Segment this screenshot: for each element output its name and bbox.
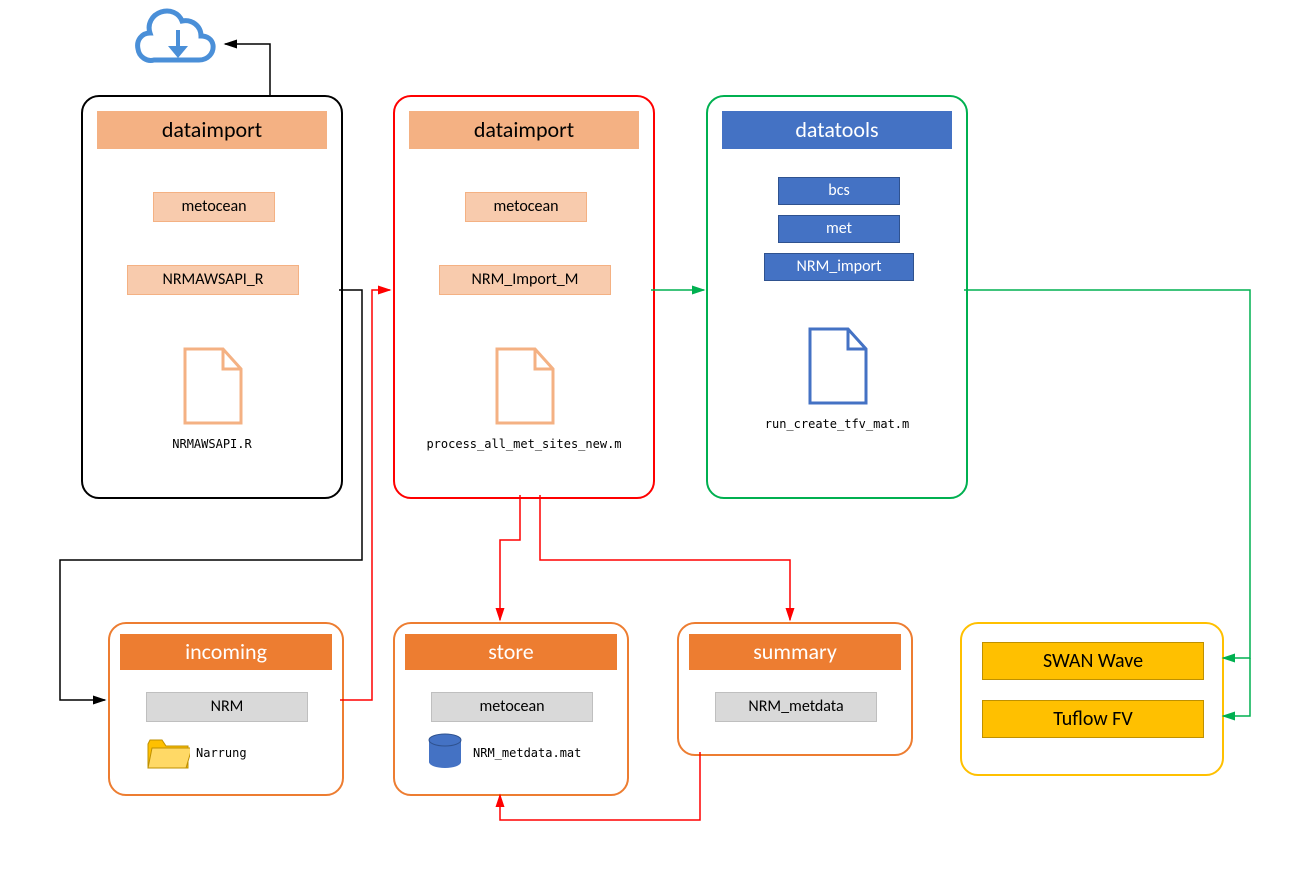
box2-file: process_all_met_sites_new.m <box>395 437 653 451</box>
file-icon <box>183 347 243 430</box>
box1-file: NRMAWSAPI.R <box>83 437 341 451</box>
box-dataimport-1: dataimport metocean NRMAWSAPI_R NRMAWSAP… <box>81 95 343 499</box>
store-item-0: metocean <box>431 692 593 722</box>
box-outputs: SWAN Wave Tuflow FV <box>960 622 1224 776</box>
file-icon <box>808 327 868 410</box>
cloud-download-icon <box>132 8 222 85</box>
diagram-canvas: dataimport metocean NRMAWSAPI_R NRMAWSAP… <box>0 0 1295 882</box>
box1-item-0: metocean <box>153 192 275 222</box>
box3-item-1: met <box>778 215 900 243</box>
box-incoming: incoming NRM Narrung <box>108 622 344 796</box>
incoming-folder: Narrung <box>196 746 316 760</box>
box2-item-0: metocean <box>465 192 587 222</box>
incoming-item-0: NRM <box>146 692 308 722</box>
box-dataimport-2: dataimport metocean NRM_Import_M process… <box>393 95 655 499</box>
box3-title: datatools <box>722 111 952 149</box>
summary-title: summary <box>689 634 901 670</box>
box1-title: dataimport <box>97 111 327 149</box>
output-1: Tuflow FV <box>982 700 1204 738</box>
output-0: SWAN Wave <box>982 642 1204 680</box>
box-store: store metocean NRM_metdata.mat <box>393 622 629 796</box>
folder-icon <box>146 734 190 775</box>
store-title: store <box>405 634 617 670</box>
box3-file: run_create_tfv_mat.m <box>708 417 966 431</box>
summary-item-0: NRM_metdata <box>715 692 877 722</box>
store-db: NRM_metdata.mat <box>473 746 613 760</box>
box-summary: summary NRM_metdata <box>677 622 913 756</box>
box-datatools: datatools bcs met NRM_import run_create_… <box>706 95 968 499</box>
box3-item-0: bcs <box>778 177 900 205</box>
incoming-title: incoming <box>120 634 332 670</box>
box2-item-1: NRM_Import_M <box>439 265 611 295</box>
box3-item-2: NRM_import <box>764 253 914 281</box>
box2-title: dataimport <box>409 111 639 149</box>
box1-item-1: NRMAWSAPI_R <box>127 265 299 295</box>
database-icon <box>425 732 465 777</box>
file-icon <box>495 347 555 430</box>
